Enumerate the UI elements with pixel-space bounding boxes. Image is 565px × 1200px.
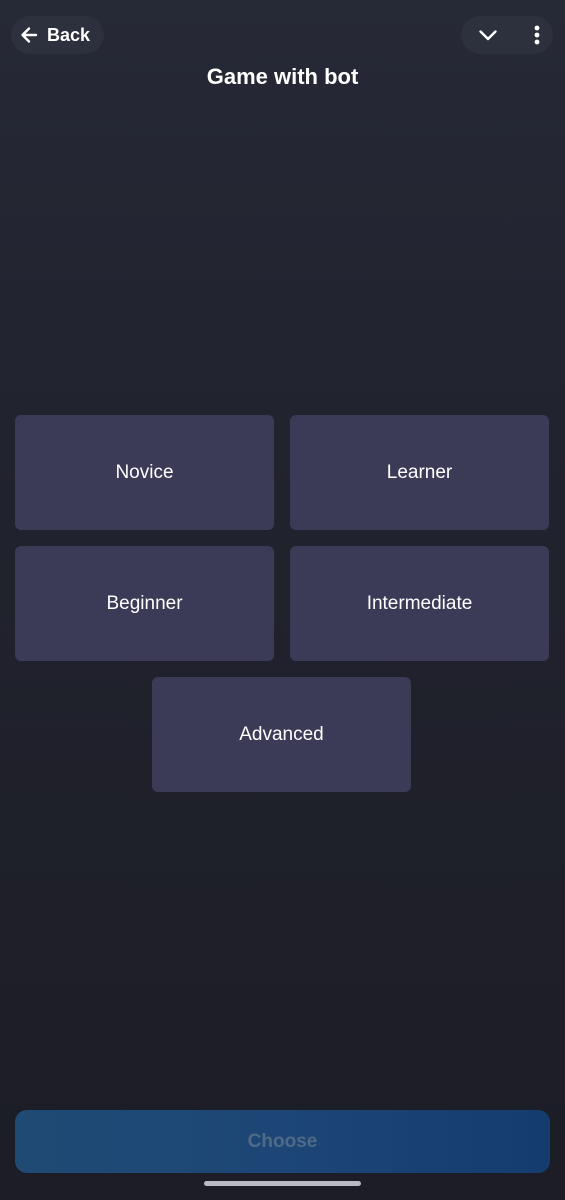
top-bar: Back Game with bot (0, 0, 565, 110)
more-vertical-icon[interactable] (533, 24, 541, 46)
level-button-novice[interactable]: Novice (15, 415, 274, 530)
choose-button[interactable]: Choose (15, 1110, 550, 1173)
back-label: Back (47, 24, 91, 45)
page-title: Game with bot (206, 64, 359, 89)
level-button-advanced[interactable]: Advanced (152, 677, 411, 792)
level-button-learner[interactable]: Learner (290, 415, 549, 530)
chevron-down-icon[interactable] (477, 24, 499, 46)
top-actions-pill (461, 16, 553, 54)
level-button-beginner[interactable]: Beginner (15, 546, 274, 661)
home-indicator[interactable] (204, 1181, 361, 1186)
back-button[interactable]: Back (11, 16, 105, 54)
arrow-left-icon (19, 25, 39, 45)
level-button-intermediate[interactable]: Intermediate (290, 546, 549, 661)
